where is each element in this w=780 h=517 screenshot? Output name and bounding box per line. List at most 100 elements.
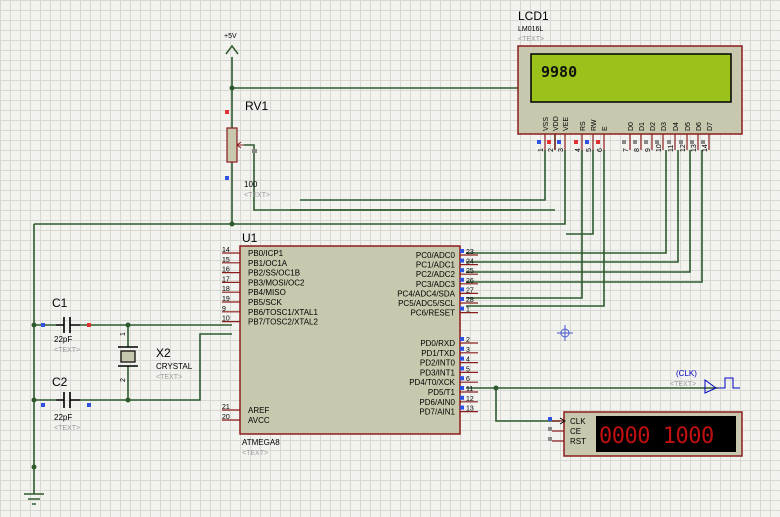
lcd-module[interactable]: LCD1 LM016L <TEXT> 9980 VSS 1 VDD 2 VEE 3 RS 4 R…: [517, 9, 743, 152]
mcu-pin-number: 3: [466, 347, 470, 354]
pin-marker: [460, 337, 464, 341]
mcu-pin-label: PD1/TXD: [421, 349, 455, 358]
junction-dot: [493, 385, 499, 391]
c1-symbol: [56, 317, 80, 333]
junction-dot: [31, 322, 37, 328]
mcu-pin-left[interactable]: 17 PB3/MOSI/OC2: [222, 276, 305, 287]
mcu-pin-label: PB0/ICP1: [248, 249, 284, 258]
c2-text: <TEXT>: [54, 425, 80, 432]
pin-marker: [585, 140, 589, 144]
pin-marker: [87, 403, 91, 407]
pin-marker: [460, 258, 464, 263]
junction-dot: [229, 221, 235, 227]
power-terminal[interactable]: +5V: [224, 33, 239, 55]
capacitor-c2[interactable]: C2 22pF <TEXT>: [41, 375, 91, 432]
pin-marker: [596, 140, 600, 144]
junction-dot: [229, 85, 235, 91]
clock-label: (CLK): [676, 369, 697, 378]
wire-d4: [466, 150, 667, 254]
crystal-x2[interactable]: 1 2 X2 CRYSTAL <TEXT>: [118, 332, 193, 382]
wire-rw: [566, 150, 594, 235]
mcu-pin-left[interactable]: 10 PB7/TOSC2/XTAL2: [222, 316, 319, 327]
pin-marker: [460, 306, 464, 311]
rv1-wiper-arrow-icon: [236, 141, 244, 149]
pin-marker: [557, 140, 561, 144]
mcu-pin-label: PC2/ADC2: [416, 270, 456, 279]
pin-marker: [225, 110, 229, 114]
pin-marker: [644, 140, 648, 144]
mcu-pin-left[interactable]: 14 PB0/ICP1: [222, 247, 284, 258]
mcu-pin-label: PB3/MOSI/OC2: [248, 278, 305, 287]
lcd-pin-number: 5: [586, 148, 593, 152]
clock-generator[interactable]: (CLK) <TEXT>: [670, 369, 740, 394]
wire-vdd: [232, 87, 556, 150]
mcu-pin-number: 28: [466, 297, 474, 304]
pin-marker: [460, 287, 464, 292]
lcd-pin-label: D5: [685, 122, 692, 131]
mcu-pin-number: 6: [466, 376, 470, 383]
mcu-pin-number: 26: [466, 278, 474, 285]
mcu-pin-number: 14: [222, 247, 230, 254]
x2-pin1: 1: [120, 332, 127, 336]
pin-marker: [622, 140, 626, 144]
counter-timer[interactable]: 0000 1000 CLKCERST: [548, 411, 743, 457]
mcu-ref: U1: [242, 231, 258, 245]
mcu-pin-label: PC0/ADC0: [416, 251, 456, 260]
lcd-pin-label: RS: [580, 121, 587, 131]
mcu-pin-label: PC4/ADC4/SDA: [397, 289, 455, 298]
mcu-pin-left[interactable]: 15 PB1/OC1A: [222, 257, 288, 268]
pin-marker: [252, 149, 257, 153]
rv1-ref: RV1: [245, 99, 268, 113]
counter-pin-label: RST: [570, 437, 586, 446]
wire-d5: [466, 150, 679, 263]
x2-pin2: 2: [120, 378, 127, 382]
lcd-model: LM016L: [518, 26, 543, 33]
pin-marker: [574, 140, 578, 144]
pin-marker: [460, 405, 464, 410]
clock-text: <TEXT>: [670, 381, 696, 388]
x2-body: [120, 350, 136, 363]
mcu-pin-number: 9: [222, 306, 226, 313]
schematic-svg: +5V RV1 100 <TEXT> LCD1 LM016L <TEXT> 99…: [24, 9, 743, 505]
mcu-pin-number: 4: [466, 357, 470, 364]
schematic-canvas[interactable]: +5V RV1 100 <TEXT> LCD1 LM016L <TEXT> 99…: [0, 0, 780, 517]
pin-marker: [460, 268, 464, 273]
counter-display-text: 0000 1000: [599, 424, 714, 449]
counter-pin-label: CLK: [570, 417, 586, 426]
mcu-pin-number: 19: [222, 296, 230, 303]
junction-dot: [31, 464, 37, 470]
mcu-pin-left[interactable]: 19 PB5/SCK: [222, 296, 282, 307]
lcd-pin-number: 3: [558, 148, 565, 152]
pin-marker: [460, 395, 464, 400]
x2-value: CRYSTAL: [156, 362, 193, 371]
c1-value: 22pF: [54, 335, 72, 344]
mcu-pin-number: 1: [466, 307, 470, 314]
c1-ref: C1: [52, 296, 68, 310]
lcd-pin-label: D4: [673, 122, 680, 131]
mcu-pin-left[interactable]: 18 PB4/MISO: [222, 286, 286, 297]
mcu-pin-label: PC6/RESET: [411, 309, 456, 318]
mcu-pin-number: 24: [466, 259, 474, 266]
mcu-pin-number: 25: [466, 268, 474, 275]
mcu-pin-left[interactable]: 16 PB2/SS/OC1B: [222, 267, 300, 278]
mcu-text: <TEXT>: [242, 450, 268, 457]
mcu-pin-label: PD0/RXD: [420, 339, 455, 348]
mcu-atmega8[interactable]: U1 ATMEGA8 <TEXT> 14 PB0/ICP115 PB1/OC1A16…: [222, 231, 478, 457]
c1-text: <TEXT>: [54, 347, 80, 354]
lcd-pin-label: D3: [661, 122, 668, 131]
mcu-pin-label: PB2/SS/OC1B: [248, 269, 300, 278]
clock-wave-icon: [718, 377, 740, 389]
mcu-pin-label: PD6/AIN0: [419, 398, 455, 407]
lcd-pin-number: 12: [680, 144, 687, 152]
lcd-ref: LCD1: [518, 9, 549, 23]
pin-marker: [701, 140, 705, 144]
ground-symbol[interactable]: [24, 493, 44, 505]
mcu-pin-right[interactable]: 13 PD7/AIN1: [419, 405, 478, 417]
mcu-pin-number: 23: [466, 249, 474, 256]
mcu-pin-right[interactable]: 1 PC6/RESET: [411, 306, 478, 318]
lcd-pin-label: VEE: [563, 117, 570, 131]
mcu-pin-left[interactable]: 9 PB6/TOSC1/XTAL1: [222, 306, 319, 317]
pin-marker: [460, 376, 464, 381]
lcd-pin-number: 1: [538, 148, 545, 152]
clock-arrow-icon: [704, 379, 717, 394]
